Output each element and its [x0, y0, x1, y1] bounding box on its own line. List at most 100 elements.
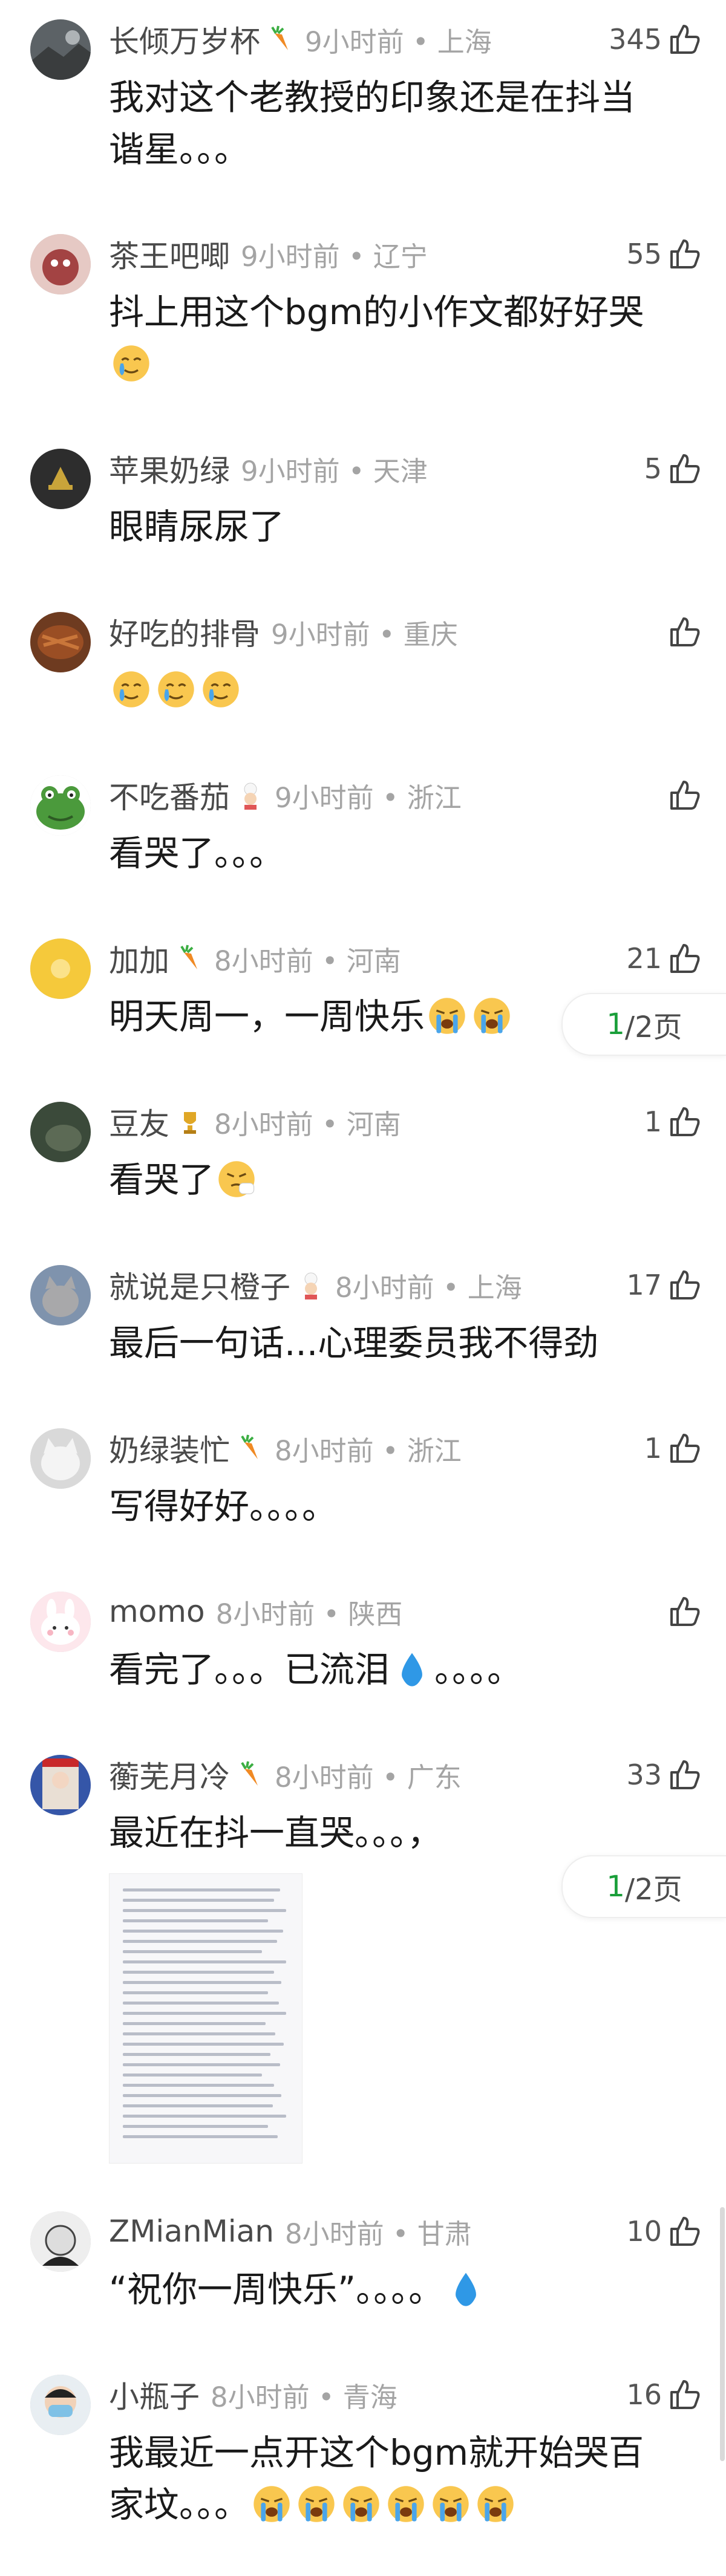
username[interactable]: 苹果奶绿	[109, 447, 230, 490]
comment-body: 我对这个老教授的印象还是在抖当谐星。。。	[109, 77, 636, 170]
comment-header: 小瓶子 8小时前 • 青海	[109, 2373, 397, 2416]
thumbs-up-icon	[668, 778, 702, 812]
location: 上海	[437, 25, 492, 58]
like-button[interactable]: 10	[626, 2210, 702, 2252]
avatar[interactable]	[30, 612, 91, 672]
thumbs-up-icon	[668, 1268, 702, 1302]
timestamp: 9小时前	[271, 618, 370, 651]
time-location: 8小时前 • 广东	[275, 1755, 462, 1795]
location: 天津	[373, 455, 428, 487]
username[interactable]: 豆友	[109, 1100, 169, 1143]
comment-text: 我最近一点开这个bgm就开始哭百家坟。。。	[109, 2427, 666, 2531]
droplet-emoji-icon	[392, 1649, 432, 1689]
carrot-icon	[237, 1434, 264, 1463]
comment-body: 看完了。。。已流泪	[109, 1649, 390, 1690]
loud-cry-emoji-icon	[431, 2484, 471, 2524]
comment-header: 长倾万岁杯 9小时前 • 上海	[109, 18, 492, 60]
username[interactable]: 不吃番茄	[109, 773, 230, 817]
comment-text: 抖上用这个bgm的小作文都好好哭	[109, 286, 666, 390]
avatar[interactable]	[30, 19, 91, 80]
comment-body: 看哭了	[109, 1159, 215, 1200]
page-total: /2页	[624, 1010, 682, 1044]
avatar[interactable]	[30, 2375, 91, 2435]
scrollbar[interactable]	[716, 0, 726, 2576]
loud-cry-emoji-icon	[386, 2484, 426, 2524]
attached-image[interactable]	[109, 1873, 302, 2164]
image-text-line	[123, 1991, 268, 1994]
username[interactable]: 加加	[109, 937, 169, 980]
comment-body: 明天周一，一周快乐	[109, 996, 425, 1037]
thumbs-up-icon	[668, 615, 702, 649]
image-text-line	[123, 2125, 268, 2128]
avatar[interactable]	[30, 1265, 91, 1325]
like-button[interactable]	[662, 1590, 702, 1633]
comment-header: 加加 8小时前 • 河南	[109, 937, 401, 980]
page-total: /2页	[624, 1873, 682, 1907]
username[interactable]: 奶绿装忙	[109, 1426, 230, 1470]
username[interactable]: ZMianMian	[109, 2214, 274, 2249]
like-button[interactable]: 17	[626, 1264, 702, 1306]
timestamp: 9小时前	[305, 25, 404, 58]
like-button[interactable]	[662, 611, 702, 653]
like-count: 5	[644, 452, 662, 485]
avatar[interactable]	[30, 1755, 91, 1815]
time-location: 8小时前 • 青海	[211, 2375, 397, 2415]
username[interactable]: momo	[109, 1594, 205, 1629]
username[interactable]: 就说是只橙子	[109, 1263, 290, 1307]
comment-header: 好吃的排骨 9小时前 • 重庆	[109, 611, 458, 653]
avatar[interactable]	[30, 2211, 91, 2272]
avatar[interactable]	[30, 775, 91, 836]
timestamp: 9小时前	[241, 240, 340, 273]
time-location: 9小时前 • 浙江	[275, 776, 462, 815]
username[interactable]: 茶王吧唧	[109, 232, 230, 276]
like-button[interactable]: 33	[626, 1754, 702, 1796]
thumbs-up-icon	[668, 2214, 702, 2248]
like-button[interactable]: 1	[644, 1427, 702, 1469]
thumbs-up-icon	[668, 1431, 702, 1465]
loud-cry-emoji-icon	[296, 2484, 336, 2524]
like-count: 17	[626, 1269, 662, 1301]
avatar[interactable]	[30, 449, 91, 509]
timestamp: 8小时前	[215, 1598, 315, 1630]
avatar[interactable]	[30, 234, 91, 294]
comment-text: “祝你一周快乐”。。。。	[109, 2263, 666, 2315]
username[interactable]: 长倾万岁杯	[109, 18, 260, 61]
like-button[interactable]	[662, 774, 702, 816]
time-location: 9小时前 • 辽宁	[241, 235, 428, 274]
like-button[interactable]: 21	[626, 937, 702, 980]
like-button[interactable]: 345	[609, 18, 702, 60]
separator-dot: •	[384, 2217, 417, 2250]
comment-body: 看哭了。。。	[109, 833, 285, 874]
comment-text: 眼睛尿尿了	[109, 501, 666, 553]
username[interactable]: 小瓶子	[109, 2373, 200, 2416]
like-button[interactable]: 16	[626, 2373, 702, 2416]
separator-dot: •	[309, 2381, 343, 2413]
username[interactable]: 蘅芜月冷	[109, 1753, 230, 1797]
location: 陕西	[348, 1598, 403, 1630]
location: 河南	[346, 1108, 401, 1140]
time-location: 9小时前 • 重庆	[271, 613, 458, 652]
timestamp: 8小时前	[275, 1434, 374, 1467]
page-indicator[interactable]: 1/2页	[561, 1855, 726, 1918]
avatar[interactable]	[30, 1592, 91, 1652]
time-location: 9小时前 • 天津	[241, 449, 428, 489]
location: 上海	[467, 1271, 522, 1304]
separator-dot: •	[339, 240, 373, 273]
like-button[interactable]: 5	[644, 447, 702, 490]
like-button[interactable]: 55	[626, 233, 702, 275]
username[interactable]: 好吃的排骨	[109, 610, 260, 654]
avatar[interactable]	[30, 938, 91, 999]
avatar[interactable]	[30, 1428, 91, 1489]
comment-body: 抖上用这个bgm的小作文都好好哭	[109, 291, 644, 333]
page-indicator[interactable]: 1/2页	[561, 993, 726, 1056]
loud-cry-emoji-icon	[341, 2484, 381, 2524]
location: 青海	[342, 2381, 397, 2413]
scrollbar-thumb[interactable]	[720, 2207, 725, 2461]
image-text-line	[123, 1909, 286, 1912]
avatar[interactable]	[30, 1102, 91, 1162]
separator-dot: •	[434, 1271, 468, 1304]
comment-body: 写得好好。。。。	[109, 1486, 338, 1527]
image-text-line	[123, 1888, 280, 1891]
comment-text: 写得好好。。。。	[109, 1480, 666, 1532]
like-button[interactable]: 1	[644, 1101, 702, 1143]
